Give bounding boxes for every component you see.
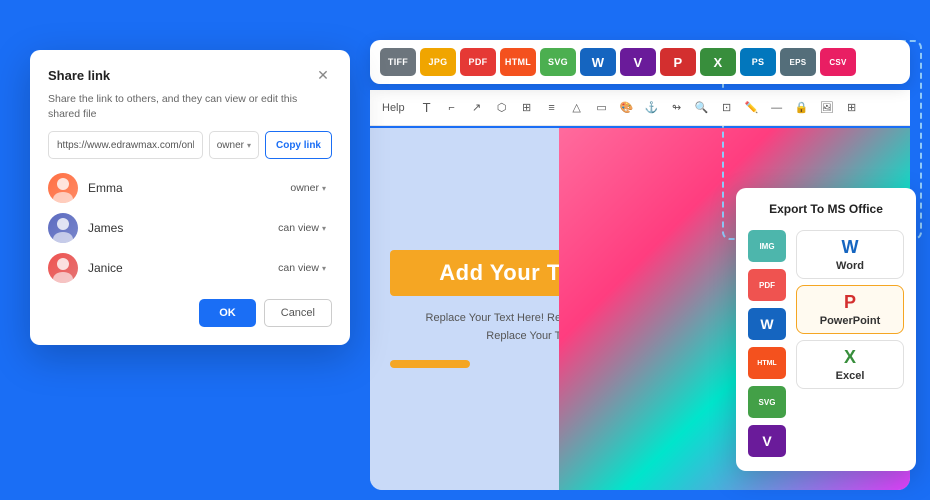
- janice-chevron-icon: ▾: [322, 264, 326, 273]
- pen-icon[interactable]: ✏️: [741, 97, 763, 119]
- format-ppt-btn[interactable]: P: [660, 48, 696, 76]
- format-eps-btn[interactable]: EPS: [780, 48, 816, 76]
- dialog-description: Share the link to others, and they can v…: [48, 92, 332, 121]
- excel-icon: X: [844, 347, 856, 368]
- format-xls-btn[interactable]: X: [700, 48, 736, 76]
- dialog-actions: OK Cancel: [48, 299, 332, 327]
- export-side-icons: IMG PDF W HTML SVG V: [748, 230, 786, 457]
- powerpoint-label: PowerPoint: [820, 315, 881, 327]
- toolbar-help-label: Help: [382, 102, 405, 114]
- emma-permission-label: owner: [290, 182, 319, 194]
- avatar-james: [48, 213, 78, 243]
- owner-label: owner: [217, 140, 244, 151]
- dialog-title: Share link: [48, 68, 110, 83]
- image-icon[interactable]: 🖼: [816, 97, 838, 119]
- ok-button[interactable]: OK: [199, 299, 256, 327]
- side-icon-html[interactable]: HTML: [748, 347, 786, 379]
- table-icon[interactable]: ⊞: [516, 97, 538, 119]
- dash-icon[interactable]: —: [766, 97, 788, 119]
- copy-link-button[interactable]: Copy link: [265, 131, 332, 159]
- export-panel: Export To MS Office IMG PDF W HTML SVG V…: [736, 188, 916, 471]
- word-label: Word: [836, 260, 864, 272]
- export-panel-title: Export To MS Office: [748, 202, 904, 216]
- owner-chevron-icon: ▾: [247, 141, 251, 150]
- excel-label: Excel: [836, 370, 865, 382]
- user-list: Emma owner ▾ James can view ▾ Janice: [48, 173, 332, 283]
- format-toolbar: TIFF JPG PDF HTML SVG W V P X PS EPS CSV: [370, 40, 910, 84]
- grid-icon[interactable]: ⊞: [841, 97, 863, 119]
- link-row: owner ▾ Copy link: [48, 131, 332, 159]
- word-icon: W: [842, 237, 859, 258]
- zoom-icon[interactable]: 🔍: [691, 97, 713, 119]
- format-tiff-btn[interactable]: TIFF: [380, 48, 416, 76]
- side-icon-v[interactable]: V: [748, 425, 786, 457]
- user-name-james: James: [88, 221, 262, 235]
- cancel-button[interactable]: Cancel: [264, 299, 332, 327]
- crop-icon[interactable]: ⊡: [716, 97, 738, 119]
- user-name-emma: Emma: [88, 181, 274, 195]
- format-html-btn[interactable]: HTML: [500, 48, 536, 76]
- app-toolbar: Help T ⌐ ↗ ⬡ ⊞ ≡ △ ▭ 🎨 ⚓ ↬ 🔍 ⊡ ✏️ — 🔒 🖼 …: [370, 90, 910, 126]
- rect-icon[interactable]: ▭: [591, 97, 613, 119]
- canvas-orange-bar: [390, 360, 470, 368]
- format-word-btn[interactable]: W: [580, 48, 616, 76]
- powerpoint-icon: P: [844, 292, 856, 313]
- mountain-icon[interactable]: △: [566, 97, 588, 119]
- format-jpg-btn[interactable]: JPG: [420, 48, 456, 76]
- permission-janice[interactable]: can view ▾: [272, 259, 332, 277]
- paint-icon[interactable]: 🎨: [616, 97, 638, 119]
- export-word-option[interactable]: W Word: [796, 230, 904, 279]
- user-row-emma: Emma owner ▾: [48, 173, 332, 203]
- format-csv-btn[interactable]: CSV: [820, 48, 856, 76]
- dialog-close-button[interactable]: ✕: [314, 66, 332, 84]
- emma-chevron-icon: ▾: [322, 184, 326, 193]
- user-row-janice: Janice can view ▾: [48, 253, 332, 283]
- format-svg-btn[interactable]: SVG: [540, 48, 576, 76]
- format-vsdx-btn[interactable]: V: [620, 48, 656, 76]
- james-permission-label: can view: [278, 222, 319, 234]
- user-row-james: James can view ▾: [48, 213, 332, 243]
- export-options: W Word P PowerPoint X Excel: [796, 230, 904, 457]
- janice-permission-label: can view: [278, 262, 319, 274]
- link-input[interactable]: [48, 131, 203, 159]
- avatar-janice: [48, 253, 78, 283]
- share-dialog: Share link ✕ Share the link to others, a…: [30, 50, 350, 345]
- arrow-icon[interactable]: ↗: [466, 97, 488, 119]
- format-pdf-btn[interactable]: PDF: [460, 48, 496, 76]
- format-ps-btn[interactable]: PS: [740, 48, 776, 76]
- user-name-janice: Janice: [88, 261, 262, 275]
- james-chevron-icon: ▾: [322, 224, 326, 233]
- permission-james[interactable]: can view ▾: [272, 219, 332, 237]
- corner-icon[interactable]: ⌐: [441, 97, 463, 119]
- avatar-emma: [48, 173, 78, 203]
- side-icon-word[interactable]: W: [748, 308, 786, 340]
- side-icon-svg[interactable]: SVG: [748, 386, 786, 418]
- dialog-header: Share link ✕: [48, 66, 332, 84]
- side-icon-pdf[interactable]: PDF: [748, 269, 786, 301]
- permission-emma[interactable]: owner ▾: [284, 179, 332, 197]
- side-icon-img[interactable]: IMG: [748, 230, 786, 262]
- text-icon[interactable]: T: [416, 97, 438, 119]
- link2-icon[interactable]: ⚓: [641, 97, 663, 119]
- shape-icon[interactable]: ⬡: [491, 97, 513, 119]
- list-icon[interactable]: ≡: [541, 97, 563, 119]
- curve-icon[interactable]: ↬: [666, 97, 688, 119]
- export-excel-option[interactable]: X Excel: [796, 340, 904, 389]
- lock-icon[interactable]: 🔒: [791, 97, 813, 119]
- export-layout: IMG PDF W HTML SVG V W Word P PowerPoint…: [748, 230, 904, 457]
- export-powerpoint-option[interactable]: P PowerPoint: [796, 285, 904, 334]
- owner-dropdown[interactable]: owner ▾: [209, 131, 259, 159]
